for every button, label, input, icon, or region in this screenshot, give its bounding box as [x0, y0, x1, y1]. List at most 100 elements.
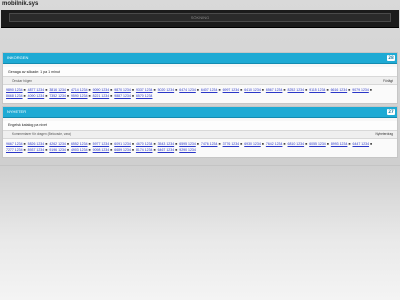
phone-link[interactable]: 3776 1234 [223, 142, 240, 146]
inbox-panel: Inkorgen 28 Genaga av sökade: 1 pa 1 min… [2, 52, 398, 104]
phone-link[interactable]: 6467 1234 [158, 148, 175, 152]
content-divider [0, 165, 400, 166]
link-separator: ■ [131, 148, 134, 153]
phone-link[interactable]: 9870 1234 [114, 88, 131, 92]
link-separator: ■ [196, 141, 199, 146]
news-status-row: Engelsk katalog pa nivet [3, 120, 397, 131]
link-separator: ■ [348, 88, 351, 92]
phone-link[interactable]: 9079 1234 [352, 88, 369, 92]
link-separator: ■ [175, 88, 178, 92]
phone-link[interactable]: 4262 1234 [49, 142, 66, 146]
phone-link[interactable]: 9890 1234 [6, 88, 23, 92]
link-separator: ■ [153, 148, 156, 153]
link-separator: ■ [88, 88, 91, 92]
news-sub-row: Kommentarer för dragen (Belovade, vara) … [3, 130, 397, 139]
phone-link[interactable]: 9290 1234 [179, 148, 196, 152]
phone-link[interactable]: 8937 1234 [28, 148, 45, 152]
phone-link[interactable]: 7642 1234 [266, 142, 283, 146]
phone-link[interactable]: 4714 1234 [71, 88, 88, 92]
phone-link[interactable]: 6552 1234 [71, 142, 88, 146]
phone-link[interactable]: 9115 1234 [309, 88, 325, 92]
phone-link[interactable]: 8221 1234 [93, 94, 110, 98]
link-separator: ■ [305, 141, 308, 146]
phone-link[interactable]: 6091 1234 [114, 142, 131, 146]
phone-link[interactable]: 9590 1234 [71, 94, 88, 98]
phone-link[interactable]: 6447 1234 [353, 142, 370, 146]
phone-link[interactable]: 7476 1234 [201, 142, 218, 146]
link-separator: ■ [23, 148, 26, 153]
news-panel-title: Nyheter [7, 108, 27, 114]
inbox-status-row: Genaga av sökade: 1 pa 1 minut [3, 67, 397, 77]
link-separator: ■ [66, 148, 69, 153]
inbox-sub-label: Önskar högen [12, 78, 33, 83]
link-separator: ■ [283, 88, 286, 92]
phone-link[interactable]: 6595 1234 [179, 142, 196, 146]
phone-link[interactable]: 6616 1234 [331, 88, 348, 92]
link-separator: ■ [110, 141, 113, 146]
inbox-status-text: Genaga av sökade: 1 pa 1 minut [8, 69, 60, 74]
news-panel: Nyheter 27 Engelsk katalog pa nivet Komm… [2, 105, 398, 158]
link-separator: ■ [283, 141, 286, 146]
phone-link[interactable]: 4877 1234 [28, 88, 45, 92]
link-separator: ■ [326, 88, 329, 92]
news-link-list: 9667 1234■ 5826 1234■ 4262 1234■ 6552 12… [3, 138, 397, 157]
phone-link[interactable]: 9090 1234 [93, 88, 110, 92]
phone-link[interactable]: 8993 1234 [331, 142, 348, 146]
link-separator: ■ [240, 141, 243, 146]
phone-link[interactable]: 6055 1234 [309, 142, 326, 146]
link-separator: ■ [240, 88, 243, 92]
phone-link[interactable]: 6567 1234 [266, 88, 283, 92]
phone-link[interactable]: 6689 1234 [114, 148, 131, 152]
link-separator: ■ [66, 88, 69, 92]
phone-link[interactable]: 5020 1234 [158, 88, 175, 92]
link-separator: ■ [348, 141, 351, 146]
inbox-sub-value: Förlägt [383, 78, 393, 83]
phone-link[interactable]: 9098 1234 [93, 148, 110, 152]
link-separator: ■ [23, 88, 26, 92]
phone-link[interactable]: 8252 1234 [288, 88, 305, 92]
link-separator: ■ [175, 141, 178, 146]
link-separator: ■ [45, 148, 48, 153]
link-separator: ■ [88, 141, 91, 146]
inbox-sub-row: Önskar högen Förlägt [3, 77, 397, 85]
phone-link[interactable]: 7352 1234 [49, 94, 66, 98]
phone-link[interactable]: 6810 1234 [288, 142, 305, 146]
phone-link[interactable]: 3543 1234 [158, 142, 175, 146]
search-input[interactable]: SÖKNING [9, 13, 391, 22]
phone-link[interactable]: 4903 1234 [71, 148, 88, 152]
phone-link[interactable]: 5826 1234 [28, 142, 45, 146]
phone-link[interactable]: 5977 1234 [93, 142, 110, 146]
phone-link[interactable]: 6930 1234 [244, 142, 261, 146]
inbox-panel-header: Inkorgen 28 [3, 53, 397, 64]
phone-link[interactable]: 3816 1234 [49, 88, 66, 92]
phone-link[interactable]: 6407 1234 [201, 88, 218, 92]
phone-link[interactable]: 7277 1234 [6, 148, 23, 152]
link-separator: ■ [261, 141, 264, 146]
main-content: Inkorgen 28 Genaga av sökade: 1 pa 1 min… [2, 52, 398, 160]
inbox-panel-title: Inkorgen [7, 55, 29, 60]
link-separator: ■ [131, 141, 134, 146]
phone-link[interactable]: 6474 1234 [179, 88, 196, 92]
phone-link[interactable]: 8668 1234 [6, 94, 23, 98]
link-separator: ■ [66, 141, 69, 146]
phone-link[interactable]: 9667 1234 [6, 142, 23, 146]
site-title[interactable]: mobilnik.sys [2, 1, 38, 7]
inbox-count-button[interactable]: 28 [387, 55, 395, 61]
link-separator: ■ [45, 88, 48, 92]
news-count-button[interactable]: 27 [387, 108, 395, 115]
phone-link[interactable]: 9887 1234 [114, 94, 131, 98]
phone-link[interactable]: 6410 1234 [244, 88, 261, 92]
phone-link[interactable]: 6997 1234 [223, 88, 240, 92]
link-separator: ■ [110, 94, 113, 99]
phone-link[interactable]: 9196 1234 [49, 148, 66, 152]
link-separator: ■ [305, 88, 308, 92]
phone-link[interactable]: 8174 1234 [136, 148, 153, 152]
link-separator: ■ [23, 94, 26, 99]
link-separator: ■ [369, 88, 372, 92]
phone-link[interactable]: 4090 1234 [28, 94, 45, 98]
link-separator: ■ [131, 94, 134, 99]
link-separator: ■ [110, 148, 113, 153]
phone-link[interactable]: 6570 1234 [136, 94, 153, 98]
phone-link[interactable]: 9337 1234 [136, 88, 153, 92]
phone-link[interactable]: 4670 1234 [136, 142, 153, 146]
